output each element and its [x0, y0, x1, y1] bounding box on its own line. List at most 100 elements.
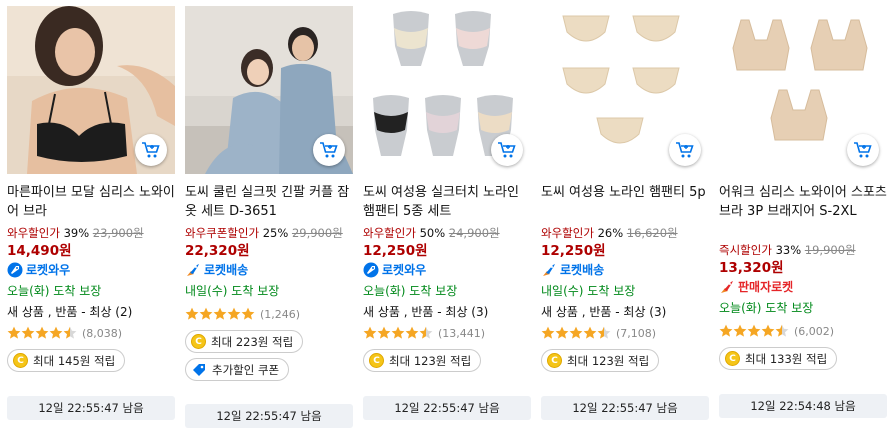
- cart-icon: [498, 142, 516, 158]
- star-icon: [7, 326, 21, 339]
- product-name[interactable]: 도씨 여성용 노라인 햄팬티 5p: [541, 183, 709, 223]
- star-rating: [719, 324, 789, 338]
- discount-row: 와우할인가 39% 23,900원: [7, 225, 175, 241]
- add-to-cart-button[interactable]: [313, 134, 345, 166]
- discount-label: 와우할인가: [541, 226, 594, 240]
- star-rating: [7, 326, 77, 340]
- star-icon: [35, 326, 49, 339]
- review-count: (6,002): [794, 324, 835, 338]
- coin-icon: C: [369, 353, 384, 368]
- coupon-text: 추가할인 쿠폰: [212, 362, 280, 377]
- seller-rocket-icon: [721, 281, 733, 293]
- star-icon: [405, 326, 419, 339]
- star-icon: [391, 326, 405, 339]
- delivery-badge-label: 로켓와우: [382, 263, 427, 277]
- product-card[interactable]: 마른파이브 모달 심리스 노와이어 브라 와우할인가 39% 23,900원 1…: [7, 6, 175, 420]
- star-icon: [199, 307, 213, 320]
- star-icon: [569, 326, 583, 339]
- reward-text: 최대 123원 적립: [567, 353, 650, 368]
- cart-icon: [320, 142, 338, 158]
- original-price: 19,900원: [804, 243, 856, 257]
- add-to-cart-button[interactable]: [491, 134, 523, 166]
- product-image[interactable]: [541, 6, 709, 174]
- tag-icon: [191, 362, 207, 378]
- product-name[interactable]: 마른파이브 모달 심리스 노와이어 브라: [7, 183, 175, 223]
- original-price: 16,620원: [626, 226, 678, 240]
- reward-pill: C 최대 223원 적립: [185, 330, 304, 353]
- rating: (1,246): [185, 306, 353, 322]
- discount-row: 와우할인가 26% 16,620원: [541, 225, 709, 241]
- review-count: (7,108): [616, 326, 657, 340]
- product-image[interactable]: [185, 6, 353, 174]
- add-to-cart-button[interactable]: [669, 134, 701, 166]
- product-card[interactable]: 어워크 심리스 노와이어 스포츠 브라 3P 브래지어 S-2XL 즉시할인가 …: [719, 6, 887, 418]
- product-name[interactable]: 어워크 심리스 노와이어 스포츠 브라 3P 브래지어 S-2XL: [719, 183, 887, 240]
- original-price: 29,900원: [291, 226, 343, 240]
- add-to-cart-button[interactable]: [847, 134, 879, 166]
- coupon-pill[interactable]: 추가할인 쿠폰: [185, 358, 290, 381]
- cart-icon: [142, 142, 160, 158]
- reward-pill: C 최대 123원 적립: [363, 349, 482, 372]
- star-icon: [363, 326, 377, 339]
- star-icon: [419, 326, 433, 339]
- star-icon: [541, 326, 555, 339]
- arrival-guarantee: 내일(수) 도착 보장: [185, 284, 280, 298]
- rocket-icon: [543, 264, 555, 276]
- product-card[interactable]: 도씨 여성용 실크터치 노라인 햄팬티 5종 세트 와우할인가 50% 24,9…: [363, 6, 531, 420]
- discount-percent: 33%: [775, 243, 802, 257]
- rating: (13,441): [363, 325, 531, 341]
- product-card[interactable]: 도씨 여성용 노라인 햄팬티 5p 와우할인가 26% 16,620원 12,2…: [541, 6, 709, 420]
- discount-row: 와우할인가 50% 24,900원: [363, 225, 531, 241]
- product-grid: 마른파이브 모달 심리스 노와이어 브라 와우할인가 39% 23,900원 1…: [0, 0, 892, 432]
- star-rating: [541, 326, 611, 340]
- star-icon: [185, 307, 199, 320]
- reward-pill: C 최대 133원 적립: [719, 347, 838, 370]
- discount-label: 와우할인가: [7, 226, 60, 240]
- discount-percent: 25%: [262, 226, 289, 240]
- product-card[interactable]: 도씨 쿨린 실크핏 긴팔 커플 잠옷 세트 D-3651 와우쿠폰할인가 25%…: [185, 6, 353, 428]
- reward-text: 최대 123원 적립: [389, 353, 472, 368]
- product-name[interactable]: 도씨 쿨린 실크핏 긴팔 커플 잠옷 세트 D-3651: [185, 183, 353, 223]
- rocket-wow-icon: [363, 262, 379, 278]
- discount-percent: 26%: [597, 226, 624, 240]
- sale-price: 14,490원: [7, 243, 72, 259]
- product-image[interactable]: [719, 6, 887, 174]
- condition-info: 새 상품 , 반품 - 최상 (2): [7, 305, 133, 319]
- original-price: 24,900원: [448, 226, 500, 240]
- countdown-timer: 12일 22:55:47 남음: [7, 396, 175, 420]
- star-icon: [761, 324, 775, 337]
- review-count: (8,038): [82, 326, 123, 340]
- cart-icon: [676, 142, 694, 158]
- original-price: 23,900원: [92, 226, 144, 240]
- rating: (6,002): [719, 323, 887, 339]
- star-rating: [185, 307, 255, 321]
- star-icon: [733, 324, 747, 337]
- countdown-timer: 12일 22:55:47 남음: [185, 404, 353, 428]
- product-name[interactable]: 도씨 여성용 실크터치 노라인 햄팬티 5종 세트: [363, 183, 531, 223]
- delivery-badge: 로켓와우: [363, 261, 531, 279]
- delivery-badge: 로켓배송: [541, 261, 709, 279]
- star-icon: [555, 326, 569, 339]
- product-image[interactable]: [363, 6, 531, 174]
- coin-icon: C: [725, 351, 740, 366]
- coin-icon: C: [13, 353, 28, 368]
- delivery-badge-label: 로켓와우: [26, 263, 71, 277]
- reward-text: 최대 133원 적립: [745, 351, 828, 366]
- delivery-badge: 판매자로켓: [719, 278, 887, 296]
- coin-icon: C: [547, 353, 562, 368]
- reward-text: 최대 145원 적립: [33, 353, 116, 368]
- add-to-cart-button[interactable]: [135, 134, 167, 166]
- product-image[interactable]: [7, 6, 175, 174]
- condition-info: 새 상품 , 반품 - 최상 (3): [363, 305, 489, 319]
- discount-label: 즉시할인가: [719, 243, 772, 257]
- countdown-timer: 12일 22:55:47 남음: [541, 396, 709, 420]
- star-icon: [241, 307, 255, 320]
- rating: (7,108): [541, 325, 709, 341]
- discount-label: 와우쿠폰할인가: [185, 226, 260, 240]
- sale-price: 12,250원: [363, 243, 428, 259]
- reward-pill: C 최대 123원 적립: [541, 349, 660, 372]
- sale-price: 13,320원: [719, 260, 784, 276]
- arrival-guarantee: 오늘(화) 도착 보장: [363, 284, 458, 298]
- review-count: (1,246): [260, 307, 301, 321]
- rating: (8,038): [7, 325, 175, 341]
